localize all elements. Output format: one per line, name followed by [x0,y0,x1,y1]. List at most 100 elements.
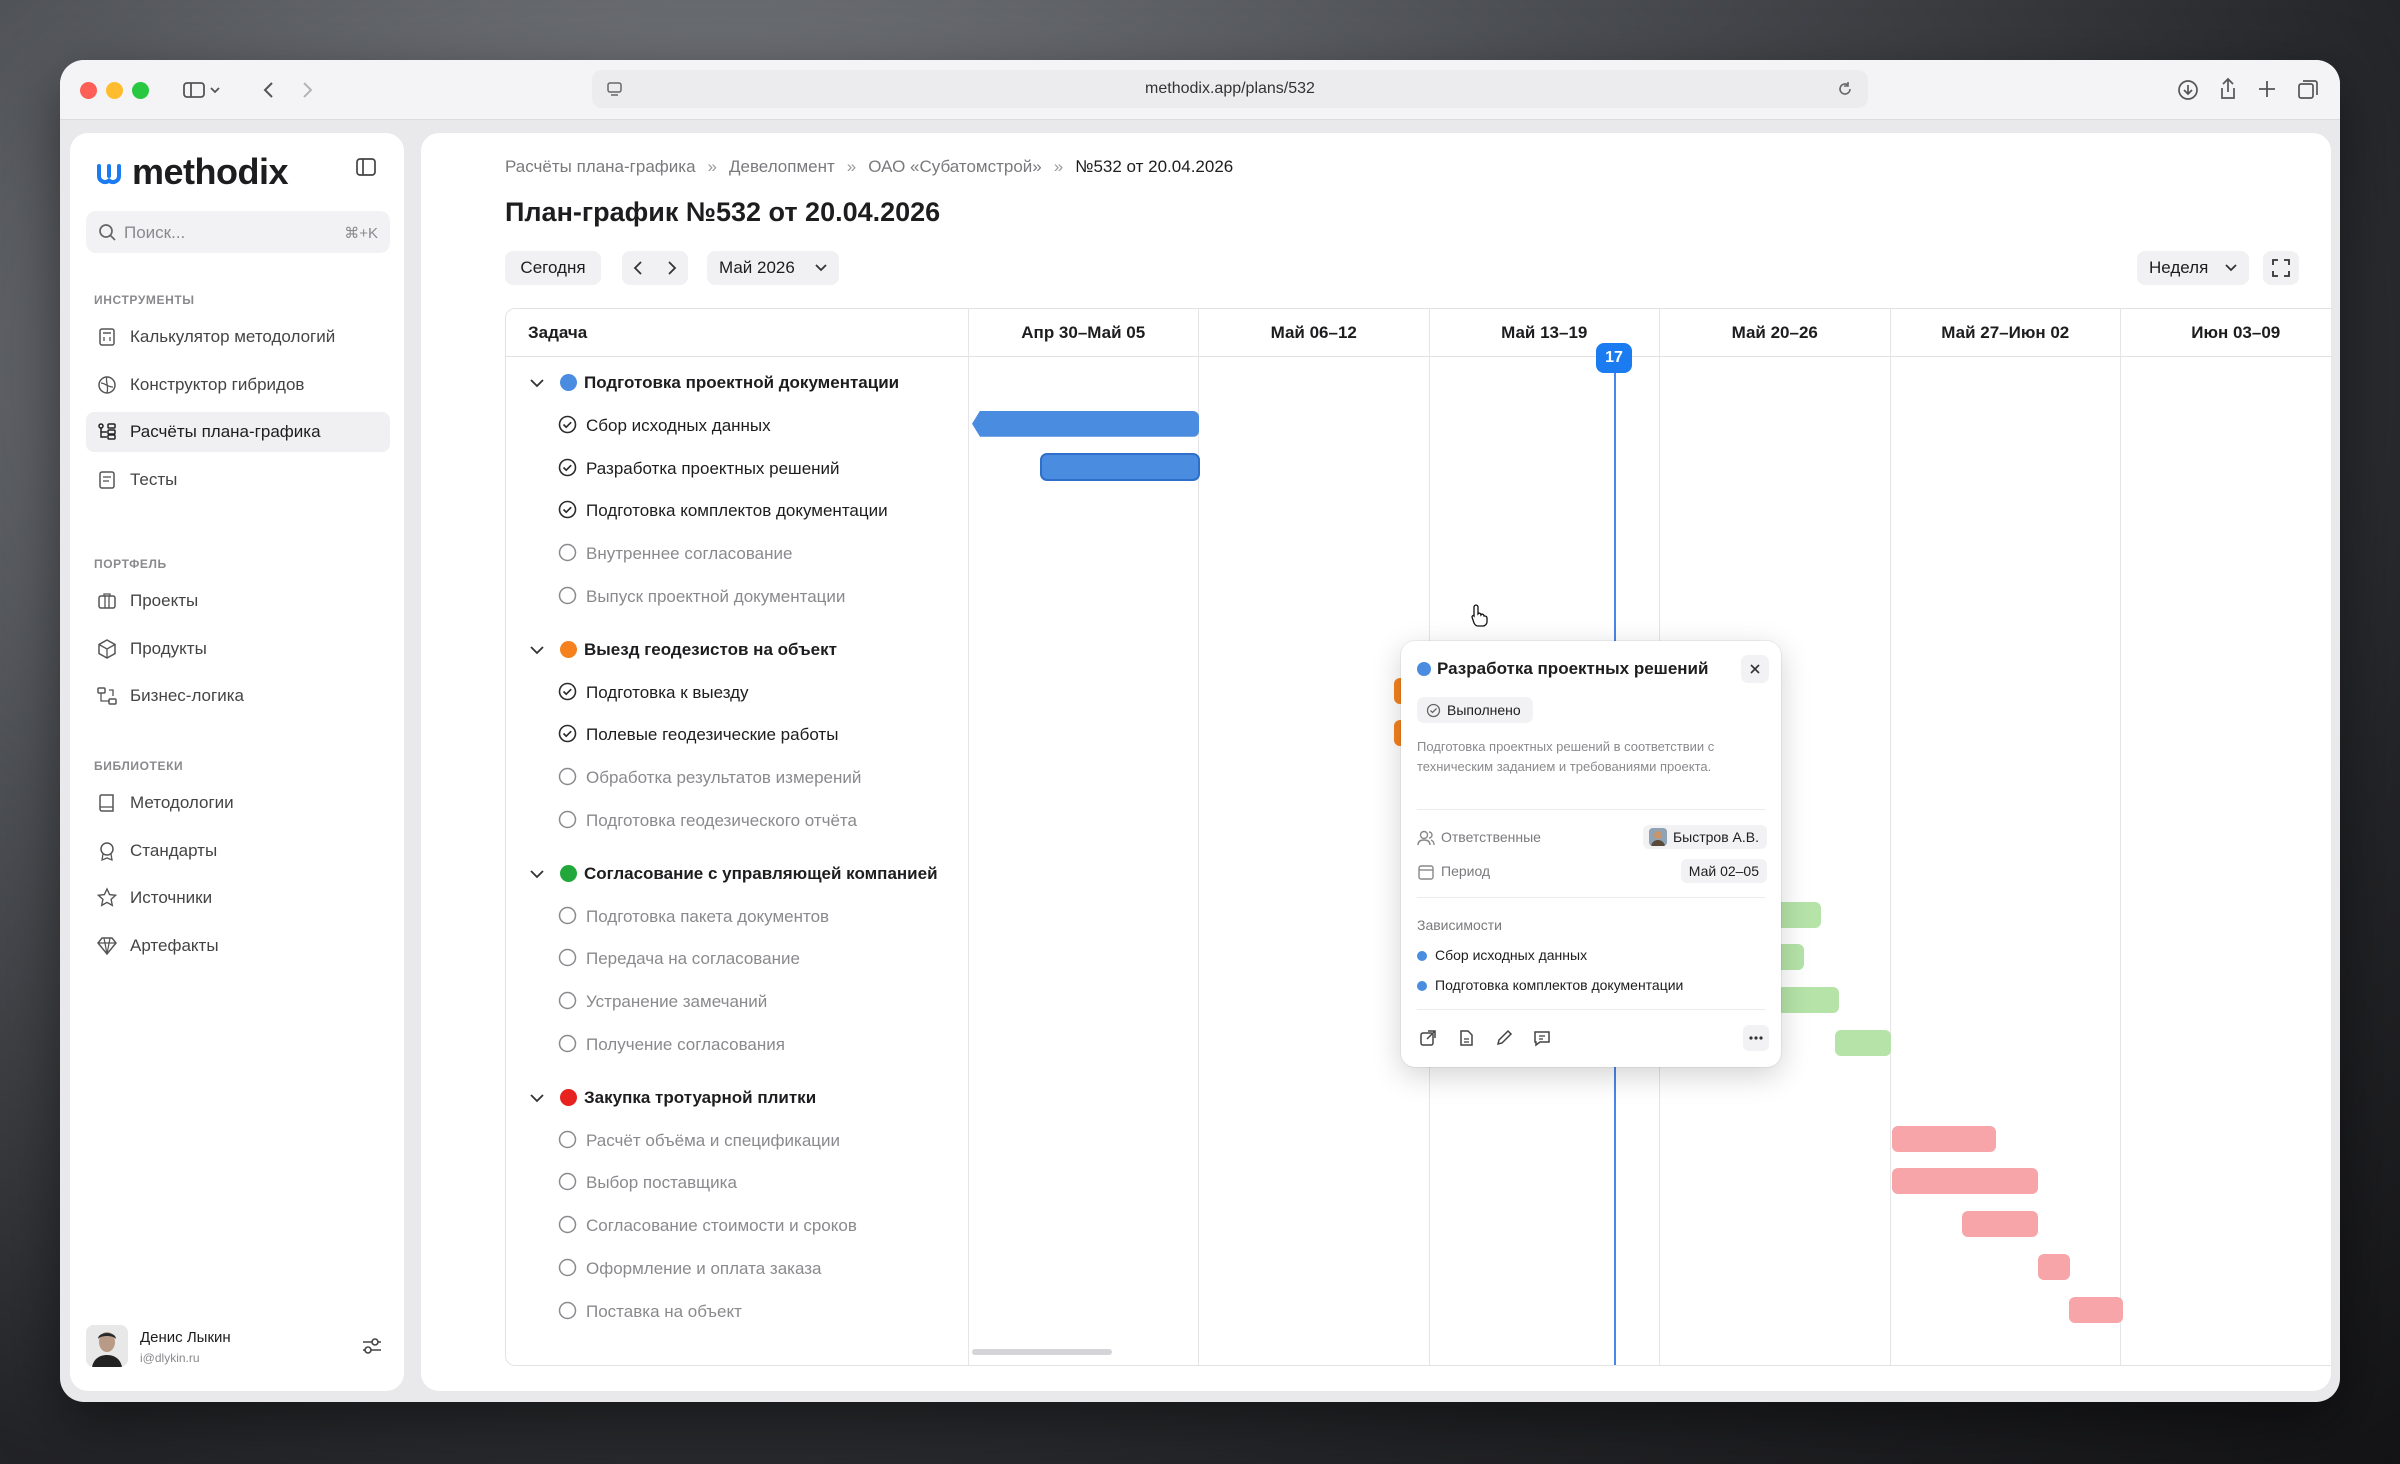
download-icon[interactable] [2176,78,2200,102]
check-circle-icon[interactable] [558,458,577,482]
task-row[interactable]: Подготовка к выезду [506,671,968,713]
empty-circle-icon[interactable] [558,543,577,567]
task-row[interactable]: Оформление и оплата заказа [506,1247,968,1289]
task-row[interactable]: Подготовка комплектов документации [506,489,968,531]
gantt-bar[interactable] [1777,987,1839,1014]
empty-circle-icon[interactable] [558,1034,577,1058]
edit-icon[interactable] [1491,1025,1517,1051]
search-input[interactable]: Поиск... ⌘+K [86,211,390,253]
scale-select[interactable]: Неделя [2137,251,2249,285]
sidebar-item-tree[interactable]: Расчёты плана-графика [86,412,390,452]
task-group-row[interactable]: Подготовка проектной документации [506,361,968,403]
sidebar-item-cube[interactable]: Продукты [86,629,390,669]
gantt-bar[interactable] [1835,1030,1891,1056]
task-row[interactable]: Обработка результатов измерений [506,756,968,798]
back-icon[interactable] [256,76,282,104]
gantt-bar[interactable] [2038,1254,2070,1280]
zoom-window-button[interactable] [132,82,149,99]
user-profile[interactable]: Денис Лыкин i@dlykin.ru [84,1319,390,1373]
empty-circle-icon[interactable] [558,1130,577,1154]
open-external-icon[interactable] [1415,1025,1441,1051]
task-row[interactable]: Полевые геодезические работы [506,713,968,755]
sidebar-item-test[interactable]: Тесты [86,460,390,500]
task-row[interactable]: Устранение замечаний [506,980,968,1022]
check-circle-icon[interactable] [558,724,577,748]
sidebar-item-gem[interactable]: Артефакты [86,926,390,966]
next-period-icon[interactable] [662,259,680,282]
more-icon[interactable] [1743,1025,1769,1051]
gantt-bar[interactable] [1892,1168,2038,1195]
new-tab-icon[interactable] [2256,78,2278,100]
close-popover-button[interactable] [1741,655,1769,683]
task-row[interactable]: Выбор поставщика [506,1161,968,1203]
address-bar[interactable]: methodix.app/plans/532 [592,70,1868,108]
gantt-bar[interactable] [1962,1211,2038,1238]
empty-circle-icon[interactable] [558,1301,577,1325]
share-icon[interactable] [2216,76,2240,102]
sidebar-item-book[interactable]: Методологии [86,783,390,823]
sidebar-item-award[interactable]: Стандарты [86,831,390,871]
dependency-item[interactable]: Сбор исходных данных [1417,947,1587,963]
sidebar-item-flow[interactable]: Бизнес-логика [86,676,390,716]
tabs-overview-icon[interactable] [2296,78,2320,102]
task-row[interactable]: Выпуск проектной документации [506,575,968,617]
empty-circle-icon[interactable] [558,767,577,791]
close-window-button[interactable] [80,82,97,99]
sidebar-item-hybrid[interactable]: Конструктор гибридов [86,365,390,405]
breadcrumb-item[interactable]: Расчёты плана-графика [505,157,696,177]
sidebar-item-calculator[interactable]: Калькулятор методологий [86,317,390,357]
forward-icon[interactable] [294,76,320,104]
sidebar-toggle-icon[interactable] [178,76,226,104]
task-group-row[interactable]: Согласование с управляющей компанией [506,852,968,894]
gantt-bar[interactable] [1040,452,1200,481]
today-button[interactable]: Сегодня [505,251,601,285]
empty-circle-icon[interactable] [558,810,577,834]
collapse-group-button[interactable] [528,1090,546,1110]
empty-circle-icon[interactable] [558,991,577,1015]
month-select[interactable]: Май 2026 [707,251,839,285]
sidebar-item-star[interactable]: Источники [86,878,390,918]
responsible-chip[interactable]: Быстров А.В. [1642,825,1767,849]
task-row[interactable]: Расчёт объёма и спецификации [506,1119,968,1161]
gantt-bar[interactable] [972,410,1199,437]
comment-icon[interactable] [1529,1025,1555,1051]
task-row[interactable]: Разработка проектных решений [506,447,968,489]
empty-circle-icon[interactable] [558,586,577,610]
empty-circle-icon[interactable] [558,948,577,972]
minimize-window-button[interactable] [106,82,123,99]
gantt-bar[interactable] [2069,1296,2123,1323]
breadcrumb-item[interactable]: ОАО «Субатомстрой» [868,157,1042,177]
task-group-row[interactable]: Выезд геодезистов на объект [506,628,968,670]
collapse-group-button[interactable] [528,375,546,395]
task-row[interactable]: Подготовка геодезического отчёта [506,799,968,841]
task-row[interactable]: Передача на согласование [506,937,968,979]
check-circle-icon[interactable] [558,682,577,706]
collapse-group-button[interactable] [528,866,546,886]
reload-icon[interactable] [1836,80,1854,103]
collapse-group-button[interactable] [528,642,546,662]
task-row[interactable]: Поставка на объект [506,1290,968,1332]
empty-circle-icon[interactable] [558,906,577,930]
task-row[interactable]: Получение согласования [506,1023,968,1065]
empty-circle-icon[interactable] [558,1172,577,1196]
fullscreen-button[interactable] [2263,251,2299,285]
check-circle-icon[interactable] [558,415,577,439]
breadcrumb-item[interactable]: Девелопмент [729,157,835,177]
logo[interactable]: methodix [94,151,289,193]
check-circle-icon[interactable] [558,500,577,524]
gantt-bar[interactable] [1892,1125,1996,1152]
settings-sliders-icon[interactable] [360,1335,384,1362]
collapse-sidebar-icon[interactable] [354,155,378,184]
task-group-row[interactable]: Закупка тротуарной плитки [506,1076,968,1118]
horizontal-scrollbar[interactable] [972,1349,1112,1355]
task-row[interactable]: Сбор исходных данных [506,404,968,446]
document-icon[interactable] [1453,1025,1479,1051]
empty-circle-icon[interactable] [558,1215,577,1239]
task-row[interactable]: Согласование стоимости и сроков [506,1204,968,1246]
empty-circle-icon[interactable] [558,1258,577,1282]
task-row[interactable]: Внутреннее согласование [506,532,968,574]
task-row[interactable]: Подготовка пакета документов [506,895,968,937]
sidebar-item-briefcase[interactable]: Проекты [86,581,390,621]
prev-period-icon[interactable] [630,259,648,282]
dependency-item[interactable]: Подготовка комплектов документации [1417,977,1683,993]
